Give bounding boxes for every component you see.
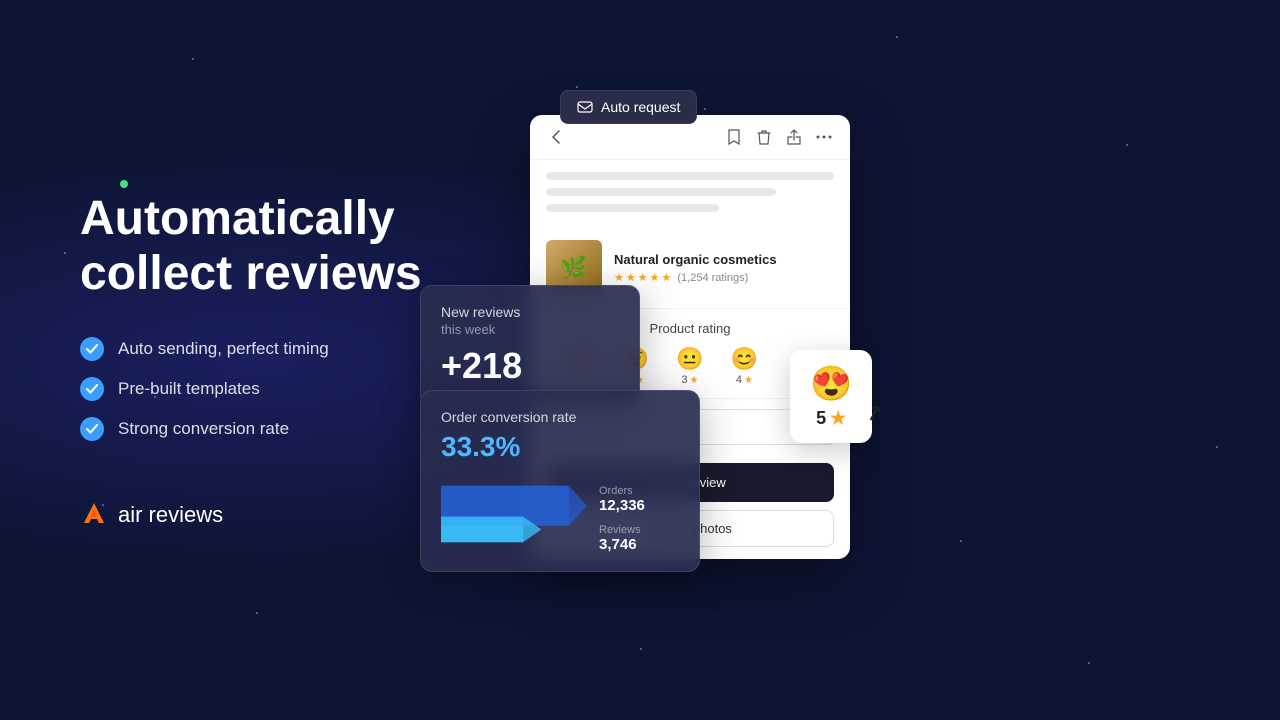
- feature-item-1: Auto sending, perfect timing: [80, 337, 440, 361]
- logo-icon: [80, 501, 108, 529]
- placeholder-lines: [530, 160, 850, 232]
- check-icon-3: [80, 417, 104, 441]
- emoji-4: 😊: [731, 348, 758, 370]
- star-rating: ★ ★ ★ ★ ★ (1,254 ratings): [614, 271, 777, 284]
- emoji-rating-4[interactable]: 😊 4★: [731, 348, 758, 386]
- star-1: ★: [614, 271, 624, 284]
- emoji-5-popup[interactable]: 😍 5 ★: [790, 350, 872, 443]
- more-icon[interactable]: [814, 127, 834, 147]
- main-content: Automatically collect reviews Auto sendi…: [0, 0, 1280, 720]
- reviews-stat-label: Reviews: [599, 524, 679, 536]
- check-icon-1: [80, 337, 104, 361]
- product-name: Natural organic cosmetics: [614, 252, 777, 267]
- orders-stat: Orders 12,336: [599, 485, 679, 514]
- new-reviews-label: New reviews: [441, 304, 619, 320]
- emoji-rating-3[interactable]: 😐 3★: [676, 348, 703, 386]
- conversion-chart-area: Orders 12,336 Reviews 3,746: [441, 473, 679, 553]
- main-title: Automatically collect reviews: [80, 191, 440, 301]
- conversion-rate-card: Order conversion rate 33.3%: [420, 390, 700, 572]
- right-section: Auto request: [500, 0, 1280, 720]
- trash-icon[interactable]: [754, 127, 774, 147]
- orders-label: Orders: [599, 485, 679, 497]
- rating-count: (1,254 ratings): [677, 272, 748, 284]
- card-nav-icons: [724, 127, 834, 147]
- emoji-5-face: 😍: [810, 364, 852, 404]
- share-icon[interactable]: [784, 127, 804, 147]
- emoji-num-3: 3★: [681, 374, 698, 386]
- placeholder-line-2: [546, 188, 776, 196]
- reviews-stat: Reviews 3,746: [599, 524, 679, 553]
- placeholder-line-3: [546, 204, 719, 212]
- star-2: ★: [626, 271, 636, 284]
- auto-request-label: Auto request: [601, 99, 680, 115]
- conversion-stats: Orders 12,336 Reviews 3,746: [599, 485, 679, 553]
- check-icon-2: [80, 377, 104, 401]
- bar-chart-svg: [441, 473, 587, 553]
- emoji-5-num: 5 ★: [816, 408, 846, 429]
- reviews-stat-value: 3,746: [599, 536, 679, 553]
- emoji-num-4: 4★: [736, 374, 753, 386]
- conversion-rate-value: 33.3%: [441, 431, 679, 463]
- features-list: Auto sending, perfect timing Pre-built t…: [80, 337, 440, 441]
- feature-text-2: Pre-built templates: [118, 379, 260, 399]
- auto-request-button[interactable]: Auto request: [560, 90, 697, 124]
- email-icon: [577, 99, 593, 115]
- orders-value: 12,336: [599, 497, 679, 514]
- product-details: Natural organic cosmetics ★ ★ ★ ★ ★ (1,2…: [614, 252, 777, 284]
- chart-bars: [441, 473, 587, 553]
- back-button[interactable]: [546, 127, 566, 147]
- new-reviews-card: New reviews this week +218: [420, 285, 640, 406]
- logo-area: air reviews: [80, 501, 440, 529]
- star-4: ★: [650, 271, 660, 284]
- bookmark-icon[interactable]: [724, 127, 744, 147]
- logo-text: air reviews: [118, 502, 223, 528]
- green-dot-decoration: [120, 180, 128, 188]
- feature-item-2: Pre-built templates: [80, 377, 440, 401]
- star-5: ★: [662, 271, 672, 284]
- new-reviews-week: this week: [441, 322, 619, 337]
- feature-text-3: Strong conversion rate: [118, 419, 289, 439]
- star-3: ★: [638, 271, 648, 284]
- feature-text-1: Auto sending, perfect timing: [118, 339, 329, 359]
- placeholder-line-1: [546, 172, 834, 180]
- feature-item-3: Strong conversion rate: [80, 417, 440, 441]
- conversion-label: Order conversion rate: [441, 409, 679, 425]
- new-reviews-count: +218: [441, 345, 619, 387]
- emoji-3: 😐: [676, 348, 703, 370]
